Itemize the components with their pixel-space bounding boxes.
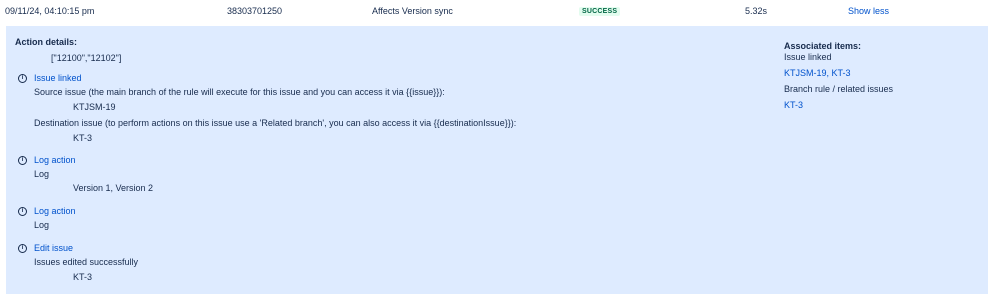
destination-issue-label: Destination issue (to perform actions on… xyxy=(34,118,517,128)
action-title-issue-linked[interactable]: Issue linked xyxy=(34,73,82,83)
associated-branch-links[interactable]: KT-3 xyxy=(784,100,803,110)
info-icon: i xyxy=(18,207,27,216)
info-icon: i xyxy=(18,244,27,253)
associated-items-heading: Associated items: xyxy=(784,41,862,51)
action-title-log-action[interactable]: Log action xyxy=(34,155,76,165)
destination-issue-value: KT-3 xyxy=(73,133,93,143)
source-issue-value: KTJSM-19 xyxy=(73,102,116,112)
action-details-heading: Action details: xyxy=(15,37,78,47)
log-label: Log xyxy=(34,169,50,179)
associated-issue-links[interactable]: KTJSM-19, KT-3 xyxy=(784,68,851,78)
edit-issue-value: KT-3 xyxy=(73,272,93,282)
show-less-link[interactable]: Show less xyxy=(848,6,889,16)
info-icon: i xyxy=(18,156,27,165)
log-value: Version 1, Version 2 xyxy=(73,183,154,193)
row-id: 38303701250 xyxy=(227,6,283,16)
row-duration: 5.32s xyxy=(745,6,768,16)
info-icon: i xyxy=(18,74,27,83)
associated-branch-label: Branch rule / related issues xyxy=(784,84,894,94)
audit-log-row: 09/11/24, 04:10:15 pm 38303701250 Affect… xyxy=(0,0,999,24)
edit-issue-label: Issues edited successfully xyxy=(34,257,139,267)
row-rule-name: Affects Version sync xyxy=(372,6,453,16)
source-issue-label: Source issue (the main branch of the rul… xyxy=(34,87,445,97)
status-badge: SUCCESS xyxy=(579,7,621,16)
row-timestamp: 09/11/24, 04:10:15 pm xyxy=(5,6,95,16)
action-title-edit-issue[interactable]: Edit issue xyxy=(34,243,73,253)
associated-issue-linked-label: Issue linked xyxy=(784,52,832,62)
action-ids-value: ["12100","12102"] xyxy=(51,53,122,63)
action-title-log-action-2[interactable]: Log action xyxy=(34,206,76,216)
action-details-panel: Action details: ["12100","12102"] i Issu… xyxy=(6,26,988,294)
log-label-2: Log xyxy=(34,220,50,230)
